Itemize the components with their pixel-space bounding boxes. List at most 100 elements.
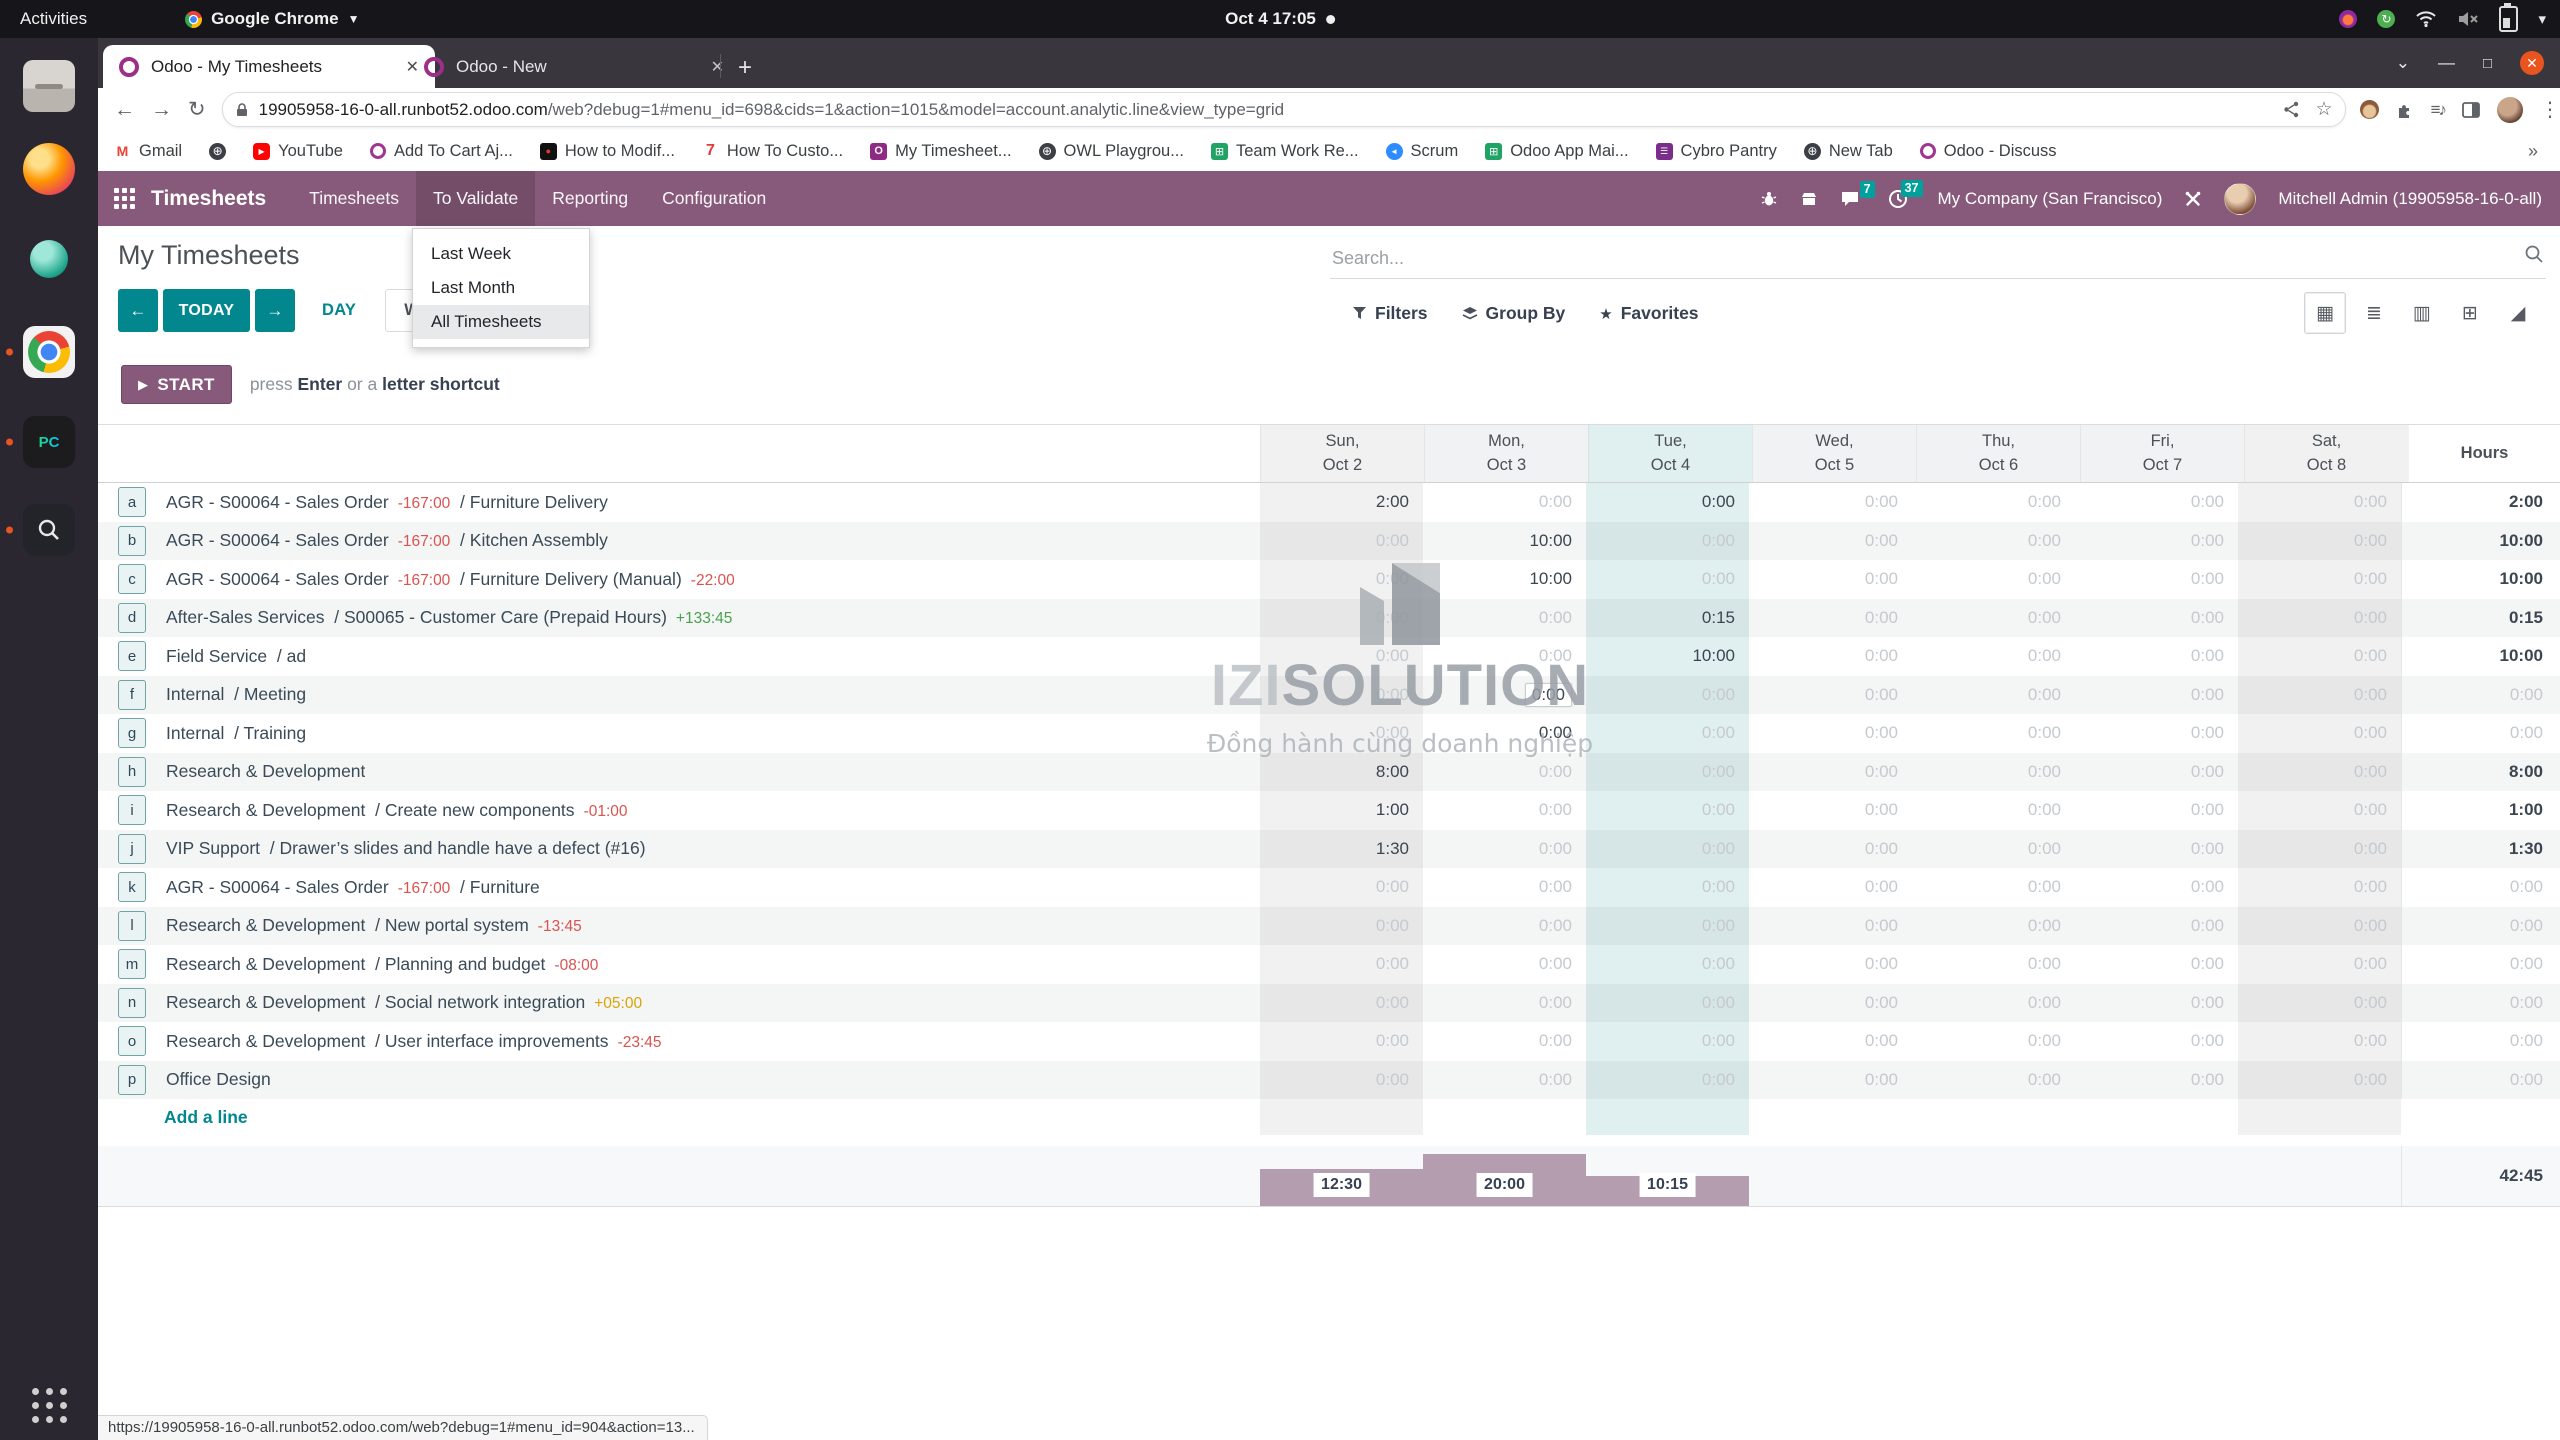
- dock-sphere-icon[interactable]: [30, 240, 68, 278]
- grid-cell-o-tue[interactable]: 0:00: [1586, 1022, 1749, 1061]
- grid-cell-d-fri[interactable]: 0:00: [2075, 599, 2238, 638]
- address-bar[interactable]: 19905958-16-0-all.runbot52.odoo.com/web?…: [221, 92, 2346, 127]
- grid-cell-i-sat[interactable]: 0:00: [2238, 791, 2401, 830]
- grid-cell-b-sun[interactable]: 0:00: [1260, 521, 1423, 560]
- grid-cell-k-tue[interactable]: 0:00: [1586, 868, 1749, 907]
- row-letter-badge[interactable]: l: [118, 910, 146, 941]
- grid-cell-k-sun[interactable]: 0:00: [1260, 868, 1423, 907]
- grid-cell-a-fri[interactable]: 0:00: [2075, 483, 2238, 522]
- grid-cell-d-sat[interactable]: 0:00: [2238, 598, 2401, 637]
- bookmark-item[interactable]: ⊕ New Tab: [1803, 142, 1893, 161]
- search-icon[interactable]: [2524, 244, 2544, 264]
- menu-kebab-icon[interactable]: ⋮: [2540, 97, 2560, 122]
- grid-cell-g-sat[interactable]: 0:00: [2238, 714, 2401, 753]
- grid-cell-a-sun[interactable]: 2:00: [1260, 483, 1423, 522]
- grid-cell-f-sat[interactable]: 0:00: [2238, 675, 2401, 714]
- grid-cell-j-mon[interactable]: 0:00: [1423, 830, 1586, 869]
- user-menu[interactable]: Mitchell Admin (19905958-16-0-all): [2278, 189, 2542, 209]
- grid-cell-i-tue[interactable]: 0:00: [1586, 791, 1749, 830]
- grid-cell-e-wed[interactable]: 0:00: [1749, 637, 1912, 676]
- grid-cell-i-fri[interactable]: 0:00: [2075, 791, 2238, 830]
- grid-cell-p-thu[interactable]: 0:00: [1912, 1061, 2075, 1100]
- grid-cell-g-sun[interactable]: 0:00: [1260, 714, 1423, 753]
- bookmark-item[interactable]: 7 How To Custo...: [702, 142, 843, 161]
- grid-cell-n-thu[interactable]: 0:00: [1912, 984, 2075, 1023]
- grid-cell-i-wed[interactable]: 0:00: [1749, 791, 1912, 830]
- grid-cell-a-wed[interactable]: 0:00: [1749, 483, 1912, 522]
- grid-cell-e-sun[interactable]: 0:00: [1260, 637, 1423, 676]
- row-letter-badge[interactable]: f: [118, 679, 146, 710]
- grid-cell-o-sun[interactable]: 0:00: [1260, 1022, 1423, 1061]
- grid-cell-i-sun[interactable]: 1:00: [1260, 791, 1423, 830]
- grid-cell-b-sat[interactable]: 0:00: [2238, 521, 2401, 560]
- grid-cell-c-wed[interactable]: 0:00: [1749, 560, 1912, 599]
- grid-cell-i-thu[interactable]: 0:00: [1912, 791, 2075, 830]
- grid-cell-c-thu[interactable]: 0:00: [1912, 560, 2075, 599]
- row-letter-badge[interactable]: m: [118, 949, 146, 980]
- dock-chrome-icon[interactable]: [6, 326, 75, 378]
- menu-configuration[interactable]: Configuration: [645, 171, 783, 226]
- grid-cell-k-wed[interactable]: 0:00: [1749, 868, 1912, 907]
- range-day-button[interactable]: DAY: [322, 301, 356, 320]
- row-letter-badge[interactable]: k: [118, 872, 146, 903]
- grid-cell-g-tue[interactable]: 0:00: [1586, 714, 1749, 753]
- app-menu[interactable]: Google Chrome ▼: [185, 9, 359, 29]
- messages-icon[interactable]: 7: [1840, 180, 1875, 208]
- grid-cell-p-tue[interactable]: 0:00: [1586, 1060, 1749, 1099]
- row-letter-badge[interactable]: e: [118, 641, 146, 672]
- grid-cell-p-fri[interactable]: 0:00: [2075, 1061, 2238, 1100]
- grid-cell-f-fri[interactable]: 0:00: [2075, 676, 2238, 715]
- grid-cell-l-tue[interactable]: 0:00: [1586, 906, 1749, 945]
- grid-cell-d-wed[interactable]: 0:00: [1749, 599, 1912, 638]
- grid-cell-b-wed[interactable]: 0:00: [1749, 522, 1912, 561]
- grid-cell-h-thu[interactable]: 0:00: [1912, 753, 2075, 792]
- grid-cell-e-sat[interactable]: 0:00: [2238, 637, 2401, 676]
- previous-button[interactable]: ←: [118, 289, 158, 332]
- graph-view-icon[interactable]: ◢: [2498, 293, 2538, 333]
- grid-cell-l-thu[interactable]: 0:00: [1912, 907, 2075, 946]
- row-letter-badge[interactable]: b: [118, 525, 146, 556]
- grid-cell-c-tue[interactable]: 0:00: [1586, 560, 1749, 599]
- app-brand[interactable]: Timesheets: [151, 187, 266, 211]
- share-icon[interactable]: [2283, 101, 2300, 118]
- grid-cell-n-sun[interactable]: 0:00: [1260, 983, 1423, 1022]
- bookmark-item[interactable]: ⊕: [209, 142, 227, 160]
- grid-cell-p-sat[interactable]: 0:00: [2238, 1060, 2401, 1099]
- group-by-button[interactable]: Group By: [1462, 303, 1565, 324]
- grid-cell-l-fri[interactable]: 0:00: [2075, 907, 2238, 946]
- grid-cell-h-sat[interactable]: 0:00: [2238, 752, 2401, 791]
- bookmark-item[interactable]: ☰ Cybro Pantry: [1655, 142, 1777, 161]
- dropdown-item-all-timesheets[interactable]: All Timesheets: [413, 305, 589, 339]
- menu-to-validate[interactable]: To Validate: [415, 171, 536, 226]
- list-view-icon[interactable]: ≣: [2354, 293, 2394, 333]
- grid-cell-o-fri[interactable]: 0:00: [2075, 1022, 2238, 1061]
- grid-cell-f-tue[interactable]: 0:00: [1586, 675, 1749, 714]
- grid-cell-e-mon[interactable]: 0:00: [1423, 637, 1586, 676]
- row-letter-badge[interactable]: g: [118, 718, 146, 749]
- dropdown-item-last-week[interactable]: Last Week: [413, 237, 589, 271]
- grid-cell-n-tue[interactable]: 0:00: [1586, 983, 1749, 1022]
- grid-cell-k-thu[interactable]: 0:00: [1912, 868, 2075, 907]
- grid-cell-n-sat[interactable]: 0:00: [2238, 983, 2401, 1022]
- bookmark-item[interactable]: ⊞ Odoo App Mai...: [1485, 142, 1629, 161]
- grid-cell-c-fri[interactable]: 0:00: [2075, 560, 2238, 599]
- show-applications-icon[interactable]: [30, 1386, 68, 1424]
- grid-cell-n-fri[interactable]: 0:00: [2075, 984, 2238, 1023]
- grid-cell-h-wed[interactable]: 0:00: [1749, 753, 1912, 792]
- playlist-extension-icon[interactable]: ≡♪: [2431, 100, 2447, 120]
- add-a-line-link[interactable]: Add a line: [164, 1107, 248, 1128]
- tab-odoo-my-timesheets[interactable]: Odoo - My Timesheets ✕: [103, 45, 435, 88]
- row-letter-badge[interactable]: h: [118, 756, 146, 787]
- row-letter-badge[interactable]: i: [118, 795, 146, 826]
- grid-cell-e-tue[interactable]: 10:00: [1586, 637, 1749, 676]
- grid-cell-h-fri[interactable]: 0:00: [2075, 753, 2238, 792]
- reload-icon[interactable]: ↻: [188, 97, 206, 122]
- company-switcher[interactable]: My Company (San Francisco): [1938, 189, 2163, 209]
- grid-cell-g-fri[interactable]: 0:00: [2075, 714, 2238, 753]
- grid-cell-i-mon[interactable]: 0:00: [1423, 791, 1586, 830]
- grid-cell-g-wed[interactable]: 0:00: [1749, 714, 1912, 753]
- tab-search-icon[interactable]: ⌄: [2396, 53, 2410, 73]
- maximize-button[interactable]: □: [2483, 55, 2492, 72]
- side-panel-icon[interactable]: [2462, 101, 2480, 118]
- grid-cell-j-wed[interactable]: 0:00: [1749, 830, 1912, 869]
